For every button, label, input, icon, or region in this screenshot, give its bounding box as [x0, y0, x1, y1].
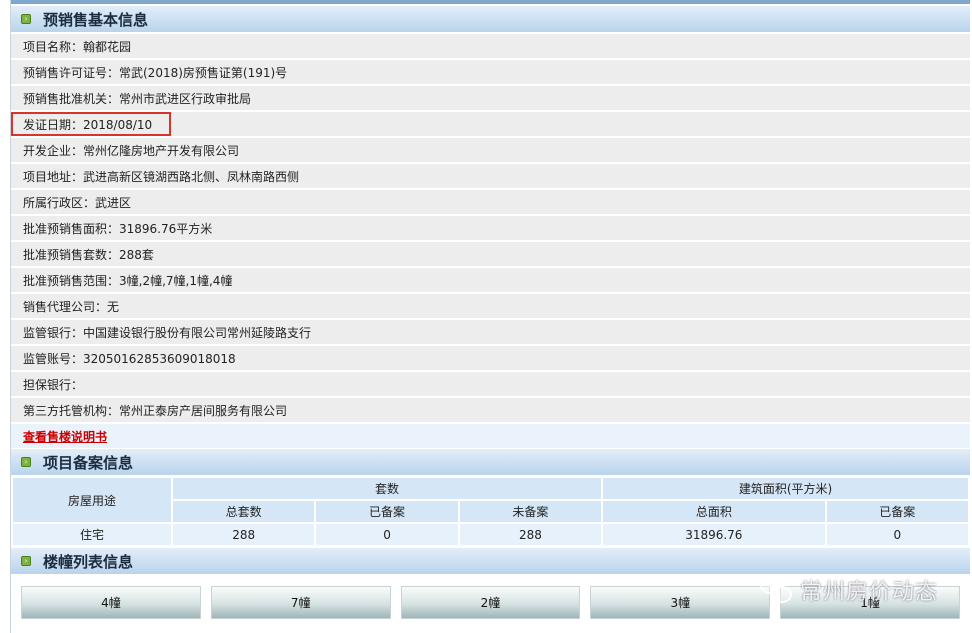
sales-manual-link[interactable]: 查看售楼说明书 — [23, 428, 107, 445]
section-title: 预销售基本信息 — [43, 10, 149, 29]
info-row-text: 担保银行： — [11, 372, 970, 396]
info-row-text: 项目名称：翰都花园 — [11, 34, 970, 58]
record-table: 房屋用途 套数 建筑面积(平方米) 总套数 已备案 未备案 总面积 已备案 住宅… — [11, 476, 971, 547]
cell: 住宅 — [11, 522, 173, 547]
cell: 288 — [170, 522, 317, 547]
info-row: 项目名称：翰都花园 — [11, 34, 970, 58]
info-row: 预销售许可证号：常武(2018)房预售证第(191)号 — [11, 60, 970, 84]
section-title: 项目备案信息 — [43, 453, 134, 472]
arrow-icon: › — [21, 457, 31, 467]
header-recorded-units: 已备案 — [314, 499, 460, 524]
header-recorded-area: 已备案 — [824, 499, 971, 524]
info-row: 项目地址：武进高新区镜湖西路北侧、凤林南路西侧 — [11, 164, 970, 188]
top-bar — [11, 0, 970, 5]
section-record-header: › 项目备案信息 — [11, 449, 970, 475]
watermark-text: 常州房价动态 — [800, 580, 939, 605]
info-row: 批准预销售套数：288套 — [11, 242, 970, 266]
info-row-text: 预销售许可证号：常武(2018)房预售证第(191)号 — [11, 60, 970, 84]
info-row-text: 销售代理公司：无 — [11, 294, 970, 318]
building-button-3[interactable]: 3幢 — [590, 586, 771, 619]
page-frame: › 预销售基本信息 项目名称：翰都花园 预销售许可证号：常武(2018)房预售证第… — [10, 0, 971, 633]
info-row-text: 开发企业：常州亿隆房地产开发有限公司 — [11, 138, 970, 162]
info-row: 开发企业：常州亿隆房地产开发有限公司 — [11, 138, 970, 162]
cell: 0 — [314, 522, 460, 547]
wechat-logo-icon — [760, 575, 794, 605]
link-row: 查看售楼说明书 — [11, 424, 970, 448]
info-row: 销售代理公司：无 — [11, 294, 970, 318]
building-button-4[interactable]: 4幢 — [21, 586, 201, 619]
header-area: 建筑面积(平方米) — [601, 476, 970, 501]
info-row: 担保银行： — [11, 372, 970, 396]
info-row-text: 监管账号：32050162853609018018 — [11, 346, 970, 370]
section-title: 楼幢列表信息 — [43, 552, 134, 571]
issue-date-highlight: 发证日期：2018/08/10 — [11, 112, 171, 136]
cell: 31896.76 — [601, 522, 827, 547]
info-row: 监管银行：中国建设银行股份有限公司常州延陵路支行 — [11, 320, 970, 344]
info-row: 发证日期：2018/08/10 — [11, 112, 970, 136]
info-row-text: 预销售批准机关：常州市武进区行政审批局 — [11, 86, 970, 110]
info-row-text: 第三方托管机构：常州正泰房产居间服务有限公司 — [11, 398, 970, 422]
info-row: 监管账号：32050162853609018018 — [11, 346, 970, 370]
info-row: 预销售批准机关：常州市武进区行政审批局 — [11, 86, 970, 110]
info-row-text: 批准预销售套数：288套 — [11, 242, 970, 266]
building-button-7[interactable]: 7幢 — [210, 586, 391, 619]
header-usage: 房屋用途 — [11, 476, 173, 524]
arrow-icon: › — [21, 14, 31, 24]
info-row-text: 所属行政区：武进区 — [11, 190, 970, 214]
info-row: 批准预销售范围：3幢,2幢,7幢,1幢,4幢 — [11, 268, 970, 292]
info-row: 第三方托管机构：常州正泰房产居间服务有限公司 — [11, 398, 970, 422]
header-units: 套数 — [170, 476, 604, 501]
info-row-text: 批准预销售范围：3幢,2幢,7幢,1幢,4幢 — [11, 268, 970, 292]
watermark: 常州房价动态 — [760, 574, 938, 606]
arrow-icon: › — [21, 556, 31, 566]
header-total-units: 总套数 — [170, 499, 317, 524]
header-total-area: 总面积 — [601, 499, 827, 524]
info-row: 批准预销售面积：31896.76平方米 — [11, 216, 970, 240]
section-buildings-header: › 楼幢列表信息 — [11, 548, 970, 574]
info-row-text: 监管银行：中国建设银行股份有限公司常州延陵路支行 — [11, 320, 970, 344]
info-row-text: 项目地址：武进高新区镜湖西路北侧、凤林南路西侧 — [11, 164, 970, 188]
info-row: 所属行政区：武进区 — [11, 190, 970, 214]
info-list: 项目名称：翰都花园 预销售许可证号：常武(2018)房预售证第(191)号 预销售批… — [11, 34, 970, 422]
section-basic-header: › 预销售基本信息 — [11, 6, 970, 32]
table-row: 住宅 288 0 288 31896.76 0 — [11, 522, 971, 547]
building-button-2[interactable]: 2幢 — [400, 586, 581, 619]
cell: 288 — [457, 522, 604, 547]
cell: 0 — [824, 522, 971, 547]
header-unrecorded-units: 未备案 — [457, 499, 604, 524]
info-row-text: 批准预销售面积：31896.76平方米 — [11, 216, 970, 240]
